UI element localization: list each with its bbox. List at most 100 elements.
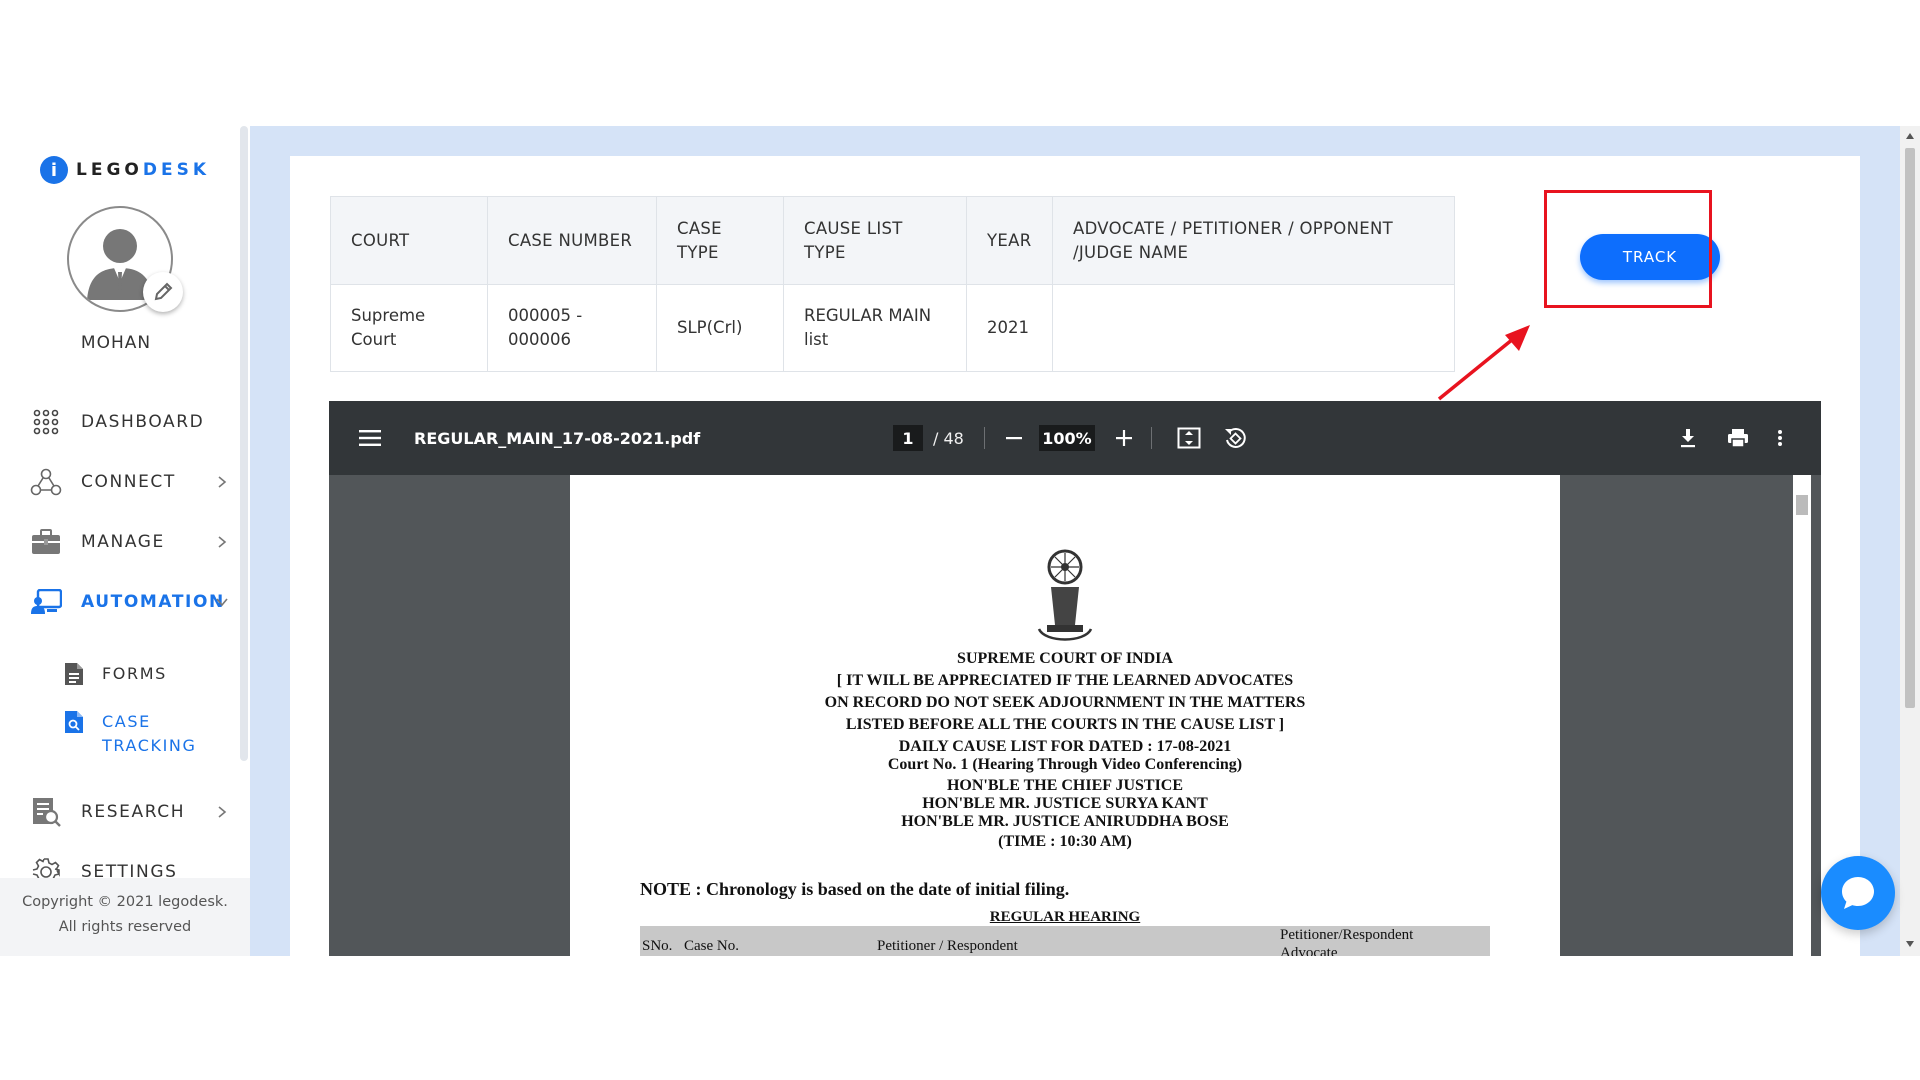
logo[interactable]: i LEGODESK	[40, 156, 210, 184]
pdf-page: SUPREME COURT OF INDIA [ IT WILL BE APPR…	[570, 475, 1560, 956]
pdf-header-line: ON RECORD DO NOT SEEK ADJOURNMENT IN THE…	[824, 694, 1306, 711]
column-header-advocate: ADVOCATE / PETITIONER / OPPONENT /JUDGE …	[1052, 196, 1455, 285]
edit-avatar-button[interactable]	[143, 272, 183, 312]
pdf-header-line: [ IT WILL BE APPRECIATED IF THE LEARNED …	[836, 672, 1294, 689]
pdf-scrollbar-thumb[interactable]	[1796, 495, 1808, 515]
network-icon	[30, 466, 62, 498]
briefcase-icon	[30, 526, 62, 558]
scroll-down-icon[interactable]	[1905, 940, 1915, 948]
cell-case-number: 000005 - 000006	[487, 284, 657, 372]
sidebar-subitem-label: FORMS	[102, 664, 167, 683]
minus-icon	[1006, 437, 1022, 440]
pdf-filename: REGULAR_MAIN_17-08-2021.pdf	[414, 428, 701, 448]
copyright-line: Copyright © 2021 legodesk.	[22, 894, 228, 910]
logo-text: LEGODESK	[76, 160, 211, 180]
table-header-row: COURT CASE NUMBER CASE TYPE CAUSE LIST T…	[330, 196, 1455, 285]
pdf-header-line: HON'BLE MR. JUSTICE ANIRUDDHA BOSE	[901, 813, 1229, 830]
sidebar-item-research[interactable]: RESEARCH	[30, 796, 230, 828]
pdf-column-sno: SNo.	[642, 938, 673, 954]
column-header-cause-list-type: CAUSE LIST TYPE	[783, 196, 967, 285]
automation-icon	[30, 586, 62, 618]
sidebar-item-automation[interactable]: AUTOMATION	[30, 586, 230, 618]
download-button[interactable]	[1679, 401, 1697, 475]
copyright: Copyright © 2021 legodesk. All rights re…	[0, 878, 250, 956]
annotation-arrow-icon	[1437, 325, 1530, 401]
copyright-line: All rights reserved	[58, 919, 192, 935]
pdf-header-line: LISTED BEFORE ALL THE COURTS IN THE CAUS…	[845, 716, 1285, 733]
chat-button[interactable]	[1821, 856, 1895, 930]
fit-page-button[interactable]	[1177, 401, 1201, 475]
pdf-section-title: REGULAR HEARING	[989, 909, 1141, 925]
case-table: COURT CASE NUMBER CASE TYPE CAUSE LIST T…	[330, 196, 1455, 372]
rotate-button[interactable]	[1223, 401, 1247, 475]
hamburger-menu-icon	[359, 430, 381, 446]
chevron-down-icon	[216, 598, 228, 607]
pdf-scrollbar[interactable]	[1793, 475, 1811, 956]
logo-mark-icon: i	[40, 156, 68, 184]
column-header-case-number: CASE NUMBER	[487, 196, 657, 285]
zoom-out-button[interactable]	[1005, 401, 1023, 475]
sidebar-subitem-case-tracking[interactable]: CASE TRACKING	[64, 710, 212, 758]
pdf-header-line: DAILY CAUSE LIST FOR DATED : 17-08-2021	[898, 738, 1232, 755]
cell-advocate	[1052, 284, 1455, 372]
more-options-button[interactable]	[1777, 401, 1783, 475]
scroll-up-icon[interactable]	[1905, 132, 1915, 140]
pdf-header-line: Court No. 1 (Hearing Through Video Confe…	[887, 756, 1243, 773]
sidebar-item-label: MANAGE	[81, 532, 165, 552]
page-number-input[interactable]: 1	[893, 425, 923, 451]
case-file-icon	[65, 711, 83, 733]
download-icon	[1681, 429, 1695, 448]
pdf-note: NOTE : Chronology is based on the date o…	[640, 879, 1070, 899]
sidebar-scrollbar[interactable]	[240, 126, 248, 761]
national-emblem-icon	[1037, 549, 1093, 641]
table-row[interactable]: Supreme Court 000005 - 000006 SLP(Crl) R…	[330, 284, 1455, 372]
pdf-column-advocate: Petitioner/Respondent Advocate	[1280, 927, 1414, 956]
sidebar-subitem-label: CASE TRACKING	[102, 712, 197, 755]
pdf-header-line: HON'BLE MR. JUSTICE SURYA KANT	[922, 795, 1208, 812]
cell-cause-list-type: REGULAR MAIN list	[783, 284, 967, 372]
pdf-column-petitioner: Petitioner / Respondent	[877, 938, 1018, 954]
column-header-case-type: CASE TYPE	[656, 196, 784, 285]
zoom-in-button[interactable]	[1115, 401, 1133, 475]
user-name: MOHAN	[80, 333, 152, 353]
zoom-level[interactable]: 100%	[1039, 425, 1095, 451]
cell-case-type: SLP(Crl)	[656, 284, 784, 372]
column-header-court: COURT	[330, 196, 488, 285]
pdf-viewer[interactable]: REGULAR_MAIN_17-08-2021.pdf 1 / 48 100%	[329, 401, 1821, 956]
sidebar-item-label: CONNECT	[81, 472, 176, 492]
sidebar-item-label: DASHBOARD	[81, 412, 205, 432]
menu-button[interactable]	[359, 401, 381, 475]
window-scrollbar[interactable]	[1900, 126, 1920, 956]
chevron-right-icon	[218, 536, 227, 548]
sidebar-item-dashboard[interactable]: DASHBOARD	[30, 406, 230, 438]
chevron-right-icon	[218, 476, 227, 488]
app-window: i LEGODESK MOHAN DASHBOARD CONNECT MANAG…	[0, 126, 1920, 956]
cell-year: 2021	[966, 284, 1053, 372]
pdf-header-line: (TIME : 10:30 AM)	[998, 833, 1132, 850]
window-scrollbar-thumb[interactable]	[1905, 148, 1915, 708]
sidebar-subitem-forms[interactable]: FORMS	[64, 662, 167, 686]
page-total: / 48	[933, 428, 964, 448]
pdf-toolbar: REGULAR_MAIN_17-08-2021.pdf 1 / 48 100%	[329, 401, 1821, 475]
sidebar: i LEGODESK MOHAN DASHBOARD CONNECT MANAG…	[0, 126, 250, 956]
toolbar-divider	[984, 427, 985, 449]
grid-dots-icon	[30, 406, 62, 438]
more-vertical-icon	[1778, 430, 1782, 446]
plus-icon	[1116, 430, 1132, 446]
pdf-column-case-no: Case No.	[684, 938, 739, 954]
print-button[interactable]	[1727, 401, 1749, 475]
cell-court: Supreme Court	[330, 284, 488, 372]
pencil-icon	[154, 282, 173, 301]
pdf-table-header: SNo. Case No. Petitioner / Respondent Pe…	[640, 926, 1490, 956]
sidebar-item-label: RESEARCH	[81, 802, 186, 822]
chevron-right-icon	[218, 806, 227, 818]
pdf-header-line: SUPREME COURT OF INDIA	[957, 650, 1173, 667]
pdf-header-line: HON'BLE THE CHIEF JUSTICE	[946, 777, 1184, 794]
fit-to-page-icon	[1177, 427, 1201, 449]
chat-bubble-icon	[1842, 877, 1874, 909]
sidebar-item-manage[interactable]: MANAGE	[30, 526, 230, 558]
research-icon	[30, 796, 62, 828]
sidebar-item-connect[interactable]: CONNECT	[30, 466, 230, 498]
toolbar-divider	[1151, 427, 1152, 449]
rotate-icon	[1225, 427, 1246, 448]
